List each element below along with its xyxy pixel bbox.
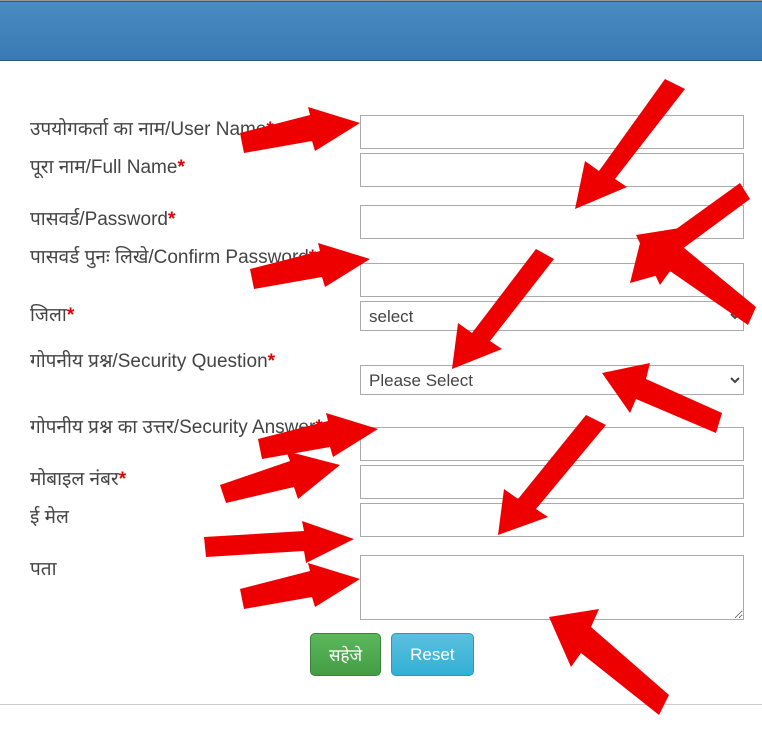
input-username[interactable]: [360, 115, 744, 149]
page-frame: उपयोगकर्ता का नाम/User Name* पूरा नाम/Fu…: [0, 0, 762, 705]
label-address: पता: [30, 551, 360, 585]
input-password[interactable]: [360, 205, 744, 239]
select-secq[interactable]: Please Select: [360, 365, 744, 395]
label-password: पासवर्ड/Password*: [30, 201, 360, 235]
save-button[interactable]: सहेजे: [310, 633, 381, 676]
row-district: जिला* select: [30, 297, 744, 331]
input-seca[interactable]: [360, 427, 744, 461]
row-username: उपयोगकर्ता का नाम/User Name*: [30, 111, 744, 149]
label-fullname: पूरा नाम/Full Name*: [30, 149, 360, 183]
textarea-address[interactable]: [360, 555, 744, 620]
label-username: उपयोगकर्ता का नाम/User Name*: [30, 111, 360, 145]
registration-form: उपयोगकर्ता का नाम/User Name* पूरा नाम/Fu…: [0, 61, 762, 705]
row-confirm: पासवर्ड पुनः लिखे/Confirm Password*: [30, 239, 744, 297]
label-secq: गोपनीय प्रश्न/Security Question*: [30, 343, 360, 377]
row-fullname: पूरा नाम/Full Name*: [30, 149, 744, 187]
row-address: पता: [30, 551, 744, 625]
input-email[interactable]: [360, 503, 744, 537]
label-seca: गोपनीय प्रश्न का उत्तर/Security Answer*: [30, 409, 360, 443]
row-seca: गोपनीय प्रश्न का उत्तर/Security Answer*: [30, 409, 744, 461]
label-district: जिला*: [30, 297, 360, 331]
label-email: ई मेल: [30, 499, 360, 533]
label-mobile: मोबाइल नंबर*: [30, 461, 360, 495]
header-bar: [0, 1, 762, 61]
input-confirm[interactable]: [360, 263, 744, 297]
row-mobile: मोबाइल नंबर*: [30, 461, 744, 499]
input-fullname[interactable]: [360, 153, 744, 187]
label-confirm: पासवर्ड पुनः लिखे/Confirm Password*: [30, 239, 360, 273]
button-row: सहेजे Reset: [30, 625, 744, 694]
row-email: ई मेल: [30, 499, 744, 537]
row-secq: गोपनीय प्रश्न/Security Question* Please …: [30, 343, 744, 395]
reset-button[interactable]: Reset: [391, 633, 473, 676]
row-password: पासवर्ड/Password*: [30, 201, 744, 239]
select-district[interactable]: select: [360, 301, 744, 331]
input-mobile[interactable]: [360, 465, 744, 499]
